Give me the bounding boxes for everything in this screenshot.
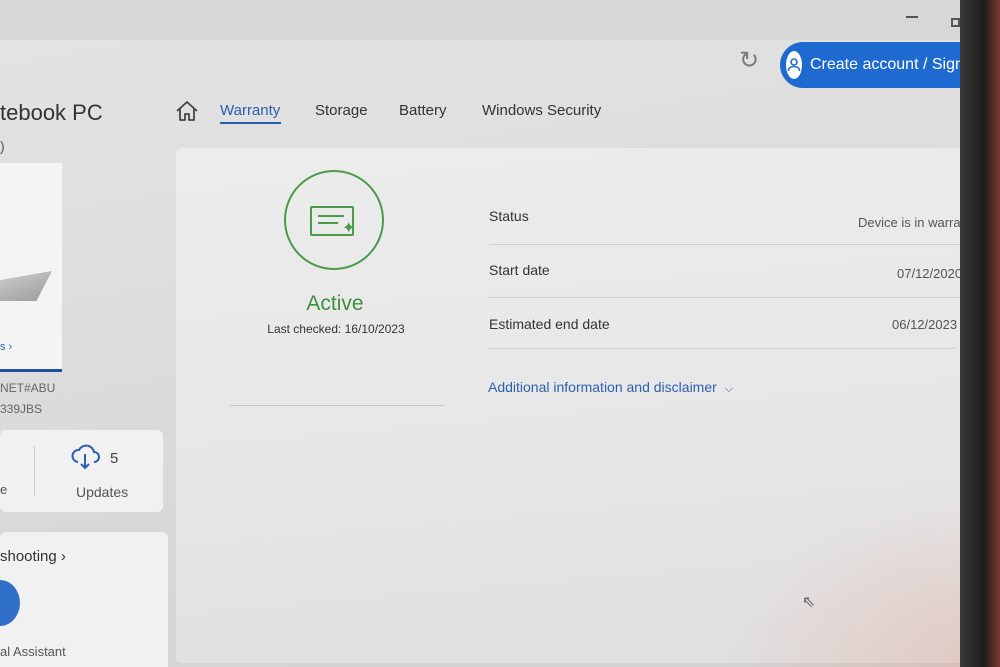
tab-storage[interactable]: Storage	[315, 102, 368, 119]
troubleshooting-card[interactable]: shooting › al Assistant	[0, 532, 168, 667]
last-checked-text: Last checked: 16/10/2023	[267, 322, 405, 336]
title-bar	[0, 0, 985, 40]
app-window: ↻ Create account / Sign in ⌵ tebook PC )…	[0, 0, 985, 667]
serial-number: 339JBS	[0, 402, 43, 416]
chevron-down-icon: ⌵	[724, 383, 734, 395]
start-date-label: Start date	[489, 262, 550, 278]
device-card[interactable]: s ›	[0, 163, 62, 372]
divider	[34, 446, 35, 496]
product-number: NET#ABU	[0, 381, 56, 395]
troubleshooting-link[interactable]: shooting ›	[0, 548, 66, 565]
updates-card[interactable]: e 5 Updates	[0, 430, 163, 512]
tile-label-cut: e	[0, 482, 8, 497]
divider	[489, 244, 964, 245]
signin-label: Create account / Sign in	[810, 56, 981, 73]
user-icon	[786, 51, 802, 79]
tab-warranty[interactable]: Warranty	[220, 102, 280, 119]
disclaimer-label: Additional information and disclaimer	[488, 379, 717, 395]
divider	[489, 297, 959, 298]
device-title: tebook PC	[0, 100, 103, 125]
device-subtitle: )	[0, 138, 5, 154]
warranty-state: Active	[306, 292, 364, 315]
end-date-label: Estimated end date	[489, 316, 610, 332]
laptop-image	[0, 271, 52, 301]
minimize-icon[interactable]	[906, 16, 918, 18]
tab-battery[interactable]: Battery	[399, 102, 447, 119]
updates-count: 5	[110, 450, 119, 467]
tab-windows-security[interactable]: Windows Security	[482, 102, 601, 119]
create-account-signin-button[interactable]: Create account / Sign in ⌵	[780, 42, 985, 88]
device-details-link[interactable]: s ›	[0, 341, 12, 353]
refresh-icon[interactable]: ↻	[736, 48, 762, 74]
monitor-bezel	[960, 0, 1000, 667]
maximize-icon[interactable]	[951, 18, 960, 27]
status-label: Status	[489, 208, 529, 224]
home-icon[interactable]	[174, 98, 200, 124]
active-tab-indicator	[220, 122, 281, 124]
end-date-value: 06/12/2023	[892, 317, 958, 332]
additional-info-disclaimer-toggle[interactable]: Additional information and disclaimer ⌵	[488, 379, 733, 396]
cloud-download-icon	[70, 442, 100, 479]
virtual-assistant-icon	[0, 580, 20, 626]
sparkle-icon: ✦	[342, 220, 356, 237]
divider	[230, 405, 445, 406]
mouse-pointer-icon: ⇖	[802, 594, 816, 611]
updates-label: Updates	[76, 484, 129, 500]
virtual-assistant-label: al Assistant	[0, 644, 66, 659]
divider	[489, 348, 955, 349]
start-date-value: 07/12/2020	[897, 266, 963, 281]
